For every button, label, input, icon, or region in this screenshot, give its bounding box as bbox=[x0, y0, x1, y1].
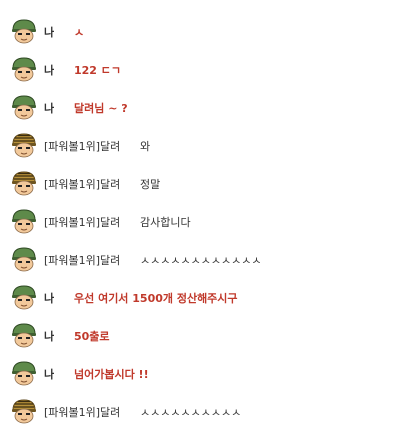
message-text: 와 bbox=[140, 140, 151, 153]
message-text: 정말 bbox=[140, 178, 161, 191]
sender-name: 나 bbox=[44, 64, 55, 77]
chat-message: [파워볼1위]달려 ㅅㅅㅅㅅㅅㅅㅅㅅㅅㅅㅅㅅ bbox=[0, 242, 402, 280]
chat-message: 나 우선 여기서 1500개 정산해주시구 bbox=[0, 280, 402, 318]
green-helmet-soldier-icon bbox=[12, 209, 36, 234]
message-text: 우선 여기서 1500개 정산해주시구 bbox=[74, 292, 238, 305]
chat-message: 나 122 ㄷㄱ bbox=[0, 52, 402, 90]
sender-name: 나 bbox=[44, 102, 55, 115]
chat-message: 나 넘어가봅시다 !! bbox=[0, 356, 402, 394]
chat-log: 나 ㅅ 나 122 ㄷㄱ 나 달려님 ~ ? [파워볼1위]달려 와 [파워볼1… bbox=[0, 0, 402, 430]
message-text: 122 ㄷㄱ bbox=[74, 64, 122, 77]
sender-name: 나 bbox=[44, 330, 55, 343]
message-text: 넘어가봅시다 !! bbox=[74, 368, 149, 381]
green-helmet-soldier-icon bbox=[12, 19, 36, 44]
chat-message: [파워볼1위]달려 정말 bbox=[0, 166, 402, 204]
green-helmet-soldier-icon bbox=[12, 323, 36, 348]
message-text: 달려님 ~ ? bbox=[74, 102, 128, 115]
sender-name: [파워볼1위]달려 bbox=[44, 406, 121, 419]
striped-helmet-soldier-icon bbox=[12, 133, 36, 158]
chat-message: 나 ㅅ bbox=[0, 14, 402, 52]
sender-name: [파워볼1위]달려 bbox=[44, 254, 121, 267]
green-helmet-soldier-icon bbox=[12, 95, 36, 120]
chat-message: [파워볼1위]달려 ㅅㅅㅅㅅㅅㅅㅅㅅㅅㅅ bbox=[0, 394, 402, 432]
sender-name: [파워볼1위]달려 bbox=[44, 178, 121, 191]
green-helmet-soldier-icon bbox=[12, 285, 36, 310]
striped-helmet-soldier-icon bbox=[12, 399, 36, 424]
message-text: ㅅ bbox=[74, 26, 85, 39]
green-helmet-soldier-icon bbox=[12, 361, 36, 386]
chat-message: 나 50출로 bbox=[0, 318, 402, 356]
sender-name: 나 bbox=[44, 26, 55, 39]
message-text: 50출로 bbox=[74, 330, 110, 343]
chat-message: [파워볼1위]달려 감사합니다 bbox=[0, 204, 402, 242]
striped-helmet-soldier-icon bbox=[12, 171, 36, 196]
message-text: ㅅㅅㅅㅅㅅㅅㅅㅅㅅㅅ bbox=[140, 406, 242, 419]
chat-message: [파워볼1위]달려 와 bbox=[0, 128, 402, 166]
sender-name: [파워볼1위]달려 bbox=[44, 216, 121, 229]
sender-name: 나 bbox=[44, 368, 55, 381]
sender-name: 나 bbox=[44, 292, 55, 305]
message-text: 감사합니다 bbox=[140, 216, 191, 229]
chat-message: 나 달려님 ~ ? bbox=[0, 90, 402, 128]
sender-name: [파워볼1위]달려 bbox=[44, 140, 121, 153]
message-text: ㅅㅅㅅㅅㅅㅅㅅㅅㅅㅅㅅㅅ bbox=[140, 254, 262, 267]
green-helmet-soldier-icon bbox=[12, 247, 36, 272]
green-helmet-soldier-icon bbox=[12, 57, 36, 82]
